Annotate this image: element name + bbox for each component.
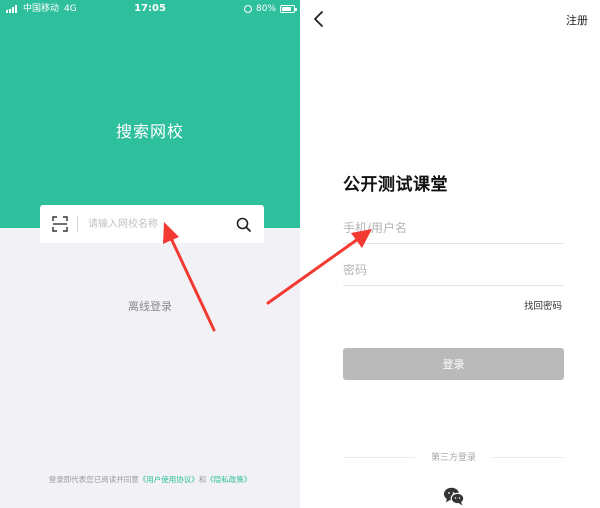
username-field [343,214,564,244]
status-bar: 中国移动 4G 17:05 80% [0,0,300,18]
privacy-policy-link[interactable]: 《隐私政策》 [206,475,251,484]
login-button[interactable]: 登录 [343,348,564,380]
school-search-input[interactable] [88,214,228,234]
terms-of-use-link[interactable]: 《用户使用协议》 [139,475,199,484]
password-field [343,256,564,286]
battery-icon [280,5,297,13]
password-input[interactable] [343,256,564,284]
offline-login-link[interactable]: 离线登录 [0,298,300,314]
page-title: 搜索网校 [115,122,184,141]
username-input[interactable] [343,214,564,242]
alarm-icon [244,5,252,13]
hero-banner [0,0,300,228]
status-time: 17:05 [134,3,166,14]
search-school-screen: 中国移动 4G 17:05 80% 搜索网校 离线登录 登录即代表您已阅读并同意… [0,0,300,508]
register-link[interactable]: 注册 [566,12,588,28]
scan-icon[interactable] [52,216,68,232]
school-name-title: 公开测试课堂 [343,175,448,195]
divider-line-right [492,457,564,458]
agreement-notice: 登录即代表您已阅读并同意《用户使用协议》和《隐私政策》 [0,474,300,485]
search-icon[interactable] [236,217,251,232]
login-screen: 注册 公开测试课堂 找回密码 登录 第三方登录 [300,0,600,508]
wechat-icon[interactable] [443,486,465,506]
forgot-password-link[interactable]: 找回密码 [524,298,562,312]
search-divider [77,216,78,232]
agreement-prefix: 登录即代表您已阅读并同意 [48,475,139,484]
third-party-login-divider: 第三方登录 [343,450,564,464]
hero-edge-strip [0,200,3,220]
battery-level [282,7,291,11]
back-icon[interactable] [312,10,326,28]
battery-percentage: 80% [256,4,277,14]
school-search-box [40,205,264,243]
